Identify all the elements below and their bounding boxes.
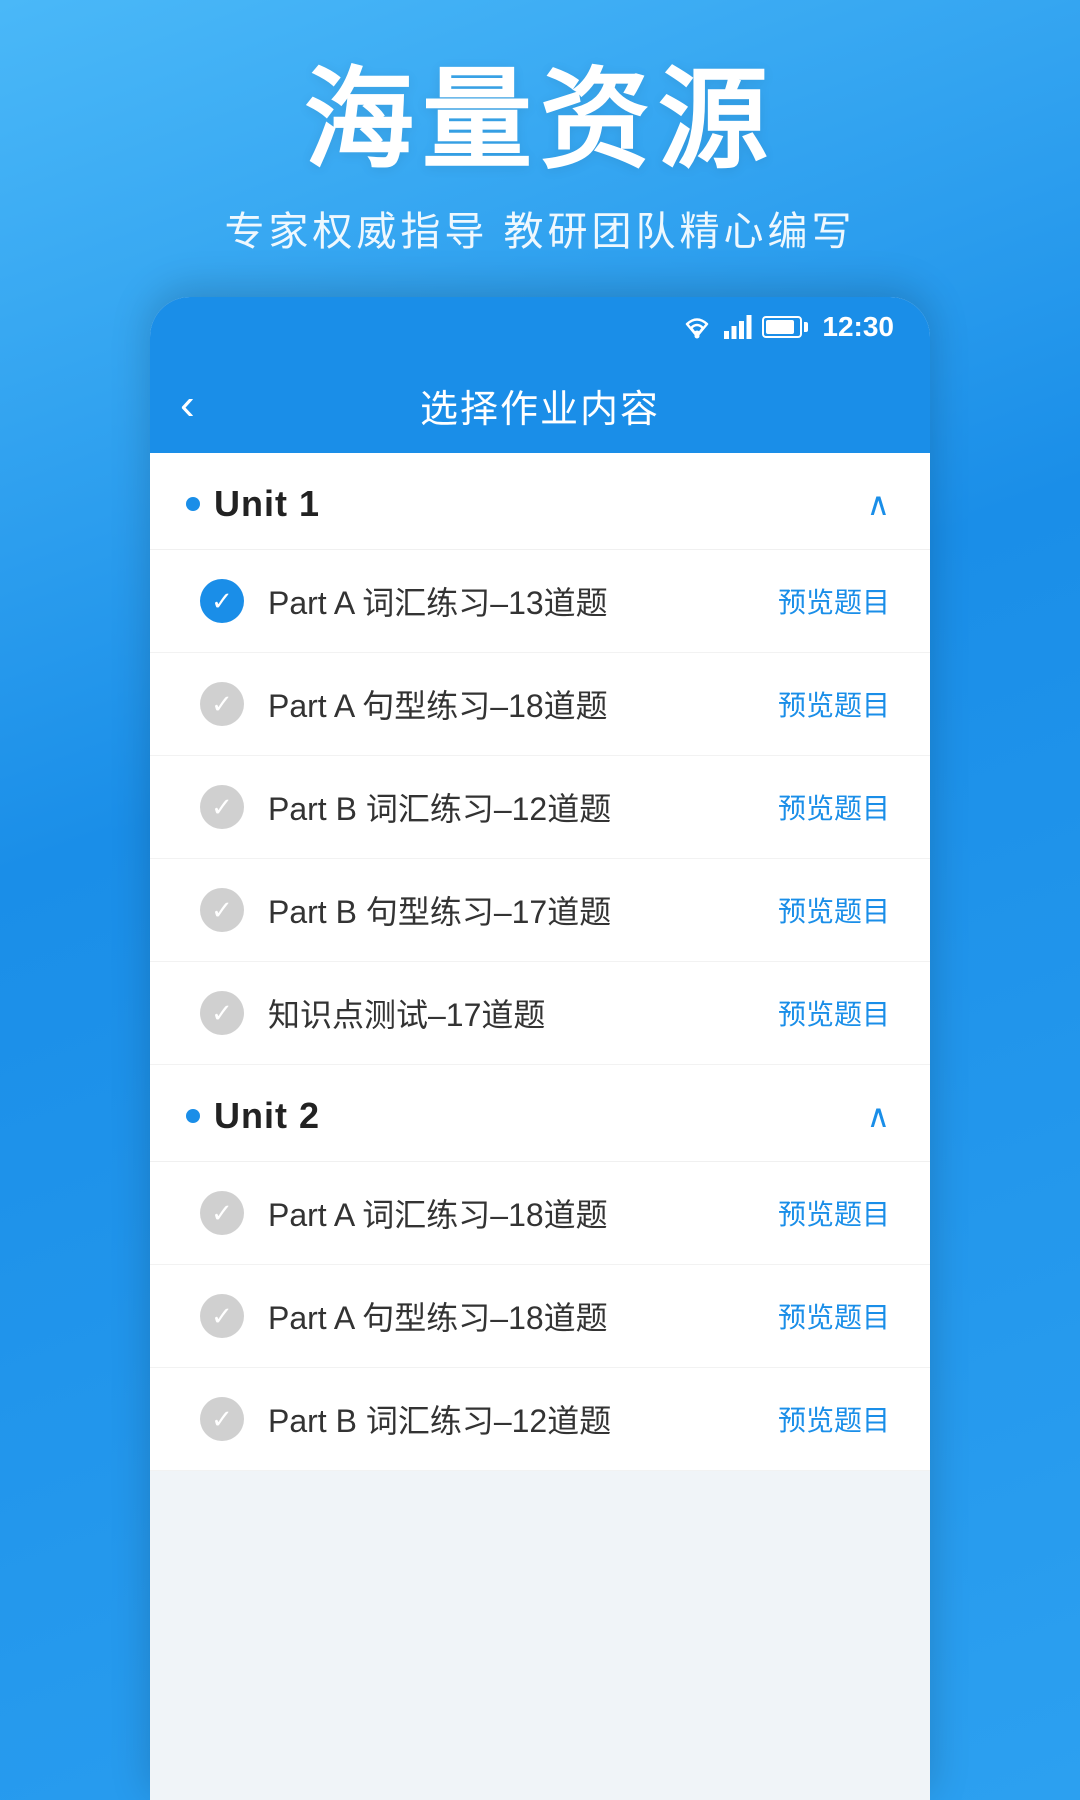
preview-link[interactable]: 预览题目 (778, 1296, 890, 1336)
preview-link[interactable]: 预览题目 (778, 684, 890, 724)
check-icon[interactable]: ✓ (200, 991, 244, 1035)
unit-header-unit1[interactable]: Unit 1 ∧ (150, 453, 930, 550)
hero-subtitle: 专家权威指导 教研团队精心编写 (224, 199, 855, 257)
check-icon[interactable]: ✓ (200, 1191, 244, 1235)
unit-header-unit2[interactable]: Unit 2 ∧ (150, 1065, 930, 1162)
exercise-name: Part B 句型练习–17道题 (268, 887, 754, 933)
header-title: 选择作业内容 (420, 378, 660, 433)
exercise-name: 知识点测试–17道题 (268, 990, 754, 1036)
check-icon[interactable]: ✓ (200, 1397, 244, 1441)
unit-chevron-unit2[interactable]: ∧ (867, 1097, 890, 1135)
check-mark: ✓ (211, 588, 233, 614)
hero-title: 海量资源 (304, 60, 776, 181)
unit-header-left: Unit 2 (186, 1095, 320, 1137)
preview-link[interactable]: 预览题目 (778, 890, 890, 930)
unit-label: Unit 2 (214, 1095, 320, 1137)
check-mark: ✓ (211, 1200, 233, 1226)
exercise-item-unit1-1[interactable]: ✓ Part A 句型练习–18道题 预览题目 (150, 653, 930, 756)
exercise-item-unit1-3[interactable]: ✓ Part B 句型练习–17道题 预览题目 (150, 859, 930, 962)
status-bar: 12:30 (150, 297, 930, 357)
preview-link[interactable]: 预览题目 (778, 1399, 890, 1439)
preview-link[interactable]: 预览题目 (778, 581, 890, 621)
exercise-item-unit1-2[interactable]: ✓ Part B 词汇练习–12道题 预览题目 (150, 756, 930, 859)
wifi-icon (680, 314, 714, 340)
hero-section: 海量资源 专家权威指导 教研团队精心编写 (0, 0, 1080, 297)
check-icon[interactable]: ✓ (200, 785, 244, 829)
preview-link[interactable]: 预览题目 (778, 787, 890, 827)
exercise-item-unit2-2[interactable]: ✓ Part B 词汇练习–12道题 预览题目 (150, 1368, 930, 1471)
unit-header-left: Unit 1 (186, 483, 320, 525)
check-icon[interactable]: ✓ (200, 682, 244, 726)
status-icons (680, 314, 802, 340)
unit-dot (186, 497, 200, 511)
battery-icon (762, 316, 802, 338)
check-icon[interactable]: ✓ (200, 1294, 244, 1338)
exercise-item-unit1-4[interactable]: ✓ 知识点测试–17道题 预览题目 (150, 962, 930, 1065)
app-header: ‹ 选择作业内容 (150, 357, 930, 453)
exercise-item-unit1-0[interactable]: ✓ Part A 词汇练习–13道题 预览题目 (150, 550, 930, 653)
unit-chevron-unit1[interactable]: ∧ (867, 485, 890, 523)
signal-icon (724, 315, 752, 339)
phone-shell: 12:30 ‹ 选择作业内容 Unit 1 ∧ ✓ Part A 词汇练习–13… (150, 297, 930, 1800)
exercise-name: Part A 词汇练习–13道题 (268, 578, 754, 624)
unit-label: Unit 1 (214, 483, 320, 525)
preview-link[interactable]: 预览题目 (778, 993, 890, 1033)
preview-link[interactable]: 预览题目 (778, 1193, 890, 1233)
check-icon[interactable]: ✓ (200, 579, 244, 623)
content-area: Unit 1 ∧ ✓ Part A 词汇练习–13道题 预览题目 ✓ Part … (150, 453, 930, 1471)
check-mark: ✓ (211, 1303, 233, 1329)
check-icon[interactable]: ✓ (200, 888, 244, 932)
status-time: 12:30 (822, 311, 894, 343)
check-mark: ✓ (211, 897, 233, 923)
check-mark: ✓ (211, 691, 233, 717)
exercise-name: Part A 句型练习–18道题 (268, 681, 754, 727)
check-mark: ✓ (211, 1000, 233, 1026)
back-button[interactable]: ‹ (180, 383, 195, 427)
exercise-name: Part B 词汇练习–12道题 (268, 784, 754, 830)
check-mark: ✓ (211, 1406, 233, 1432)
check-mark: ✓ (211, 794, 233, 820)
exercise-name: Part B 词汇练习–12道题 (268, 1396, 754, 1442)
exercise-name: Part A 句型练习–18道题 (268, 1293, 754, 1339)
exercise-item-unit2-0[interactable]: ✓ Part A 词汇练习–18道题 预览题目 (150, 1162, 930, 1265)
exercise-item-unit2-1[interactable]: ✓ Part A 句型练习–18道题 预览题目 (150, 1265, 930, 1368)
battery-fill (766, 320, 793, 334)
exercise-name: Part A 词汇练习–18道题 (268, 1190, 754, 1236)
unit-dot (186, 1109, 200, 1123)
